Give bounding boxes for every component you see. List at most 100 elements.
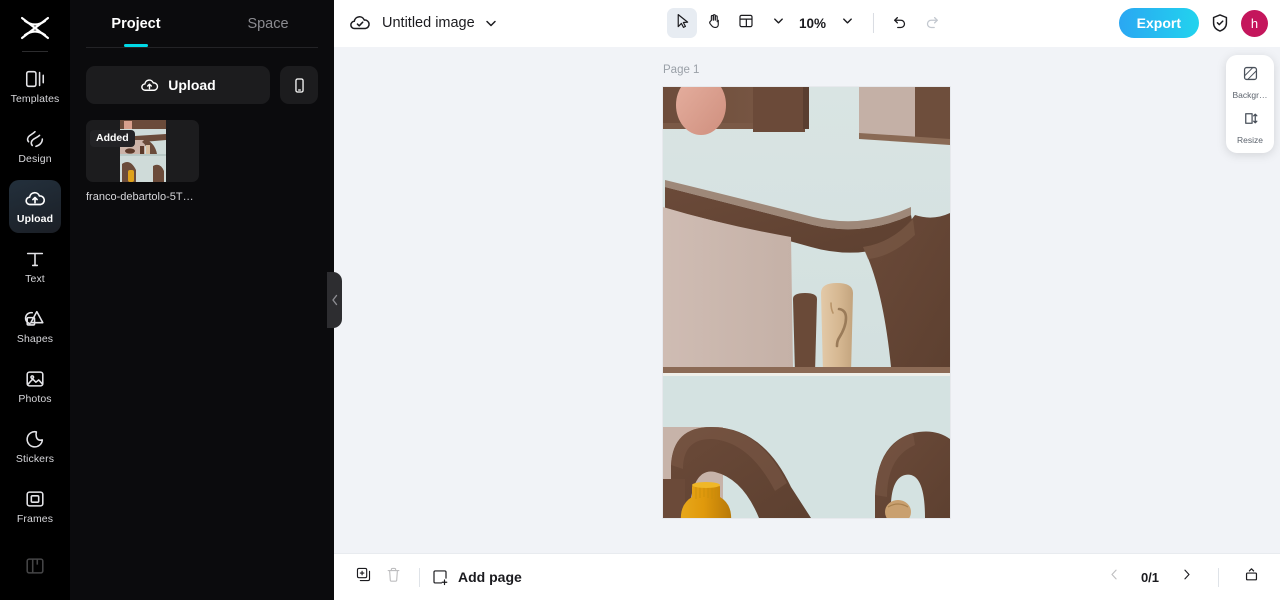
resize-tool-button[interactable]: Resize	[1228, 109, 1272, 145]
sidebar-label-photos: Photos	[18, 393, 52, 406]
hand-icon	[705, 12, 723, 35]
sidebar-item-design[interactable]: Design	[9, 120, 61, 173]
chevron-down-icon	[771, 14, 784, 32]
collapse-panel-handle[interactable]	[327, 272, 342, 328]
layout-grid-icon	[737, 12, 755, 35]
panel-tabs: Project Space	[70, 0, 334, 47]
prev-page-button[interactable]	[1099, 562, 1129, 592]
background-tool-label: Backgr…	[1232, 91, 1268, 100]
redo-arrow-icon	[923, 12, 941, 35]
resize-icon	[1241, 109, 1260, 133]
duplicate-page-icon	[355, 566, 372, 588]
add-page-label: Add page	[458, 569, 522, 585]
layout-dropdown-button[interactable]	[763, 8, 793, 38]
sidebar-label-frames: Frames	[16, 513, 54, 526]
chevron-left-icon	[331, 294, 339, 306]
cursor-arrow-icon	[673, 12, 691, 35]
capcut-logo-icon[interactable]	[13, 8, 57, 47]
upload-from-mobile-button[interactable]	[280, 66, 318, 104]
background-swatch-icon	[1241, 64, 1260, 88]
app-root: Templates Design Upload Text Shapes Phot…	[0, 0, 1280, 600]
upload-button[interactable]: Upload	[86, 66, 270, 104]
toolbar-divider	[873, 13, 875, 33]
sidebar-label-shapes: Shapes	[16, 333, 54, 346]
photos-icon	[24, 368, 46, 390]
artboard-image	[663, 87, 950, 518]
asset-name: franco-debartolo-5T…	[86, 191, 194, 203]
main-area: Untitled image 10% Export h Page 1 Backg…	[334, 0, 1280, 600]
duplicate-page-button[interactable]	[348, 562, 378, 592]
list-item[interactable]: Added franco-debartolo-5T…	[86, 120, 199, 203]
shield-check-icon[interactable]	[1209, 12, 1231, 34]
page-nav-group: 0/1	[1099, 562, 1266, 592]
asset-thumbnail[interactable]: Added	[86, 120, 199, 182]
upload-cloud-icon	[140, 76, 159, 95]
floating-tools-panel: Backgr… Resize	[1226, 55, 1274, 153]
frames-icon	[24, 488, 46, 510]
sidebar-item-stickers[interactable]: Stickers	[9, 420, 61, 473]
toolbar-right-group: Export h	[1118, 8, 1268, 38]
avatar[interactable]: h	[1241, 9, 1268, 37]
panel-expand-button[interactable]	[1236, 562, 1266, 592]
sidebar-item-text[interactable]: Text	[9, 240, 61, 293]
rail-divider	[22, 51, 48, 53]
undo-button[interactable]	[885, 8, 915, 38]
delete-page-button[interactable]	[378, 562, 408, 592]
templates-icon	[24, 68, 46, 90]
upload-button-label: Upload	[168, 77, 216, 93]
panel-expand-icon	[1243, 566, 1260, 588]
asset-list: Added franco-debartolo-5T…	[70, 104, 334, 203]
layout-tool-button[interactable]	[731, 8, 761, 38]
chevron-down-icon	[841, 14, 854, 32]
chevron-left-icon	[1107, 567, 1122, 587]
top-toolbar: Untitled image 10% Export h	[334, 0, 1280, 47]
undo-arrow-icon	[891, 12, 909, 35]
background-tool-button[interactable]: Backgr…	[1228, 64, 1272, 100]
add-page-button[interactable]: Add page	[431, 568, 522, 586]
sidebar-label-text: Text	[25, 273, 45, 286]
hand-tool-button[interactable]	[699, 8, 729, 38]
bottombar-divider-right	[1218, 567, 1219, 587]
export-button[interactable]: Export	[1118, 8, 1199, 38]
add-page-icon	[431, 568, 449, 586]
left-icon-rail: Templates Design Upload Text Shapes Phot…	[0, 0, 70, 600]
zoom-dropdown-button[interactable]	[832, 8, 862, 38]
page-indicator: 0/1	[1140, 569, 1160, 585]
select-tool-button[interactable]	[666, 8, 697, 38]
sidebar-item-more[interactable]	[9, 540, 61, 593]
artboard[interactable]	[663, 87, 950, 518]
tab-project[interactable]: Project	[70, 0, 202, 47]
mobile-phone-icon	[291, 77, 308, 94]
stickers-icon	[24, 428, 46, 450]
bottom-toolbar: Add page 0/1	[334, 553, 1280, 600]
sidebar-label-design: Design	[18, 153, 52, 166]
next-page-button[interactable]	[1171, 562, 1201, 592]
upload-row: Upload	[70, 48, 334, 104]
redo-button[interactable]	[917, 8, 947, 38]
trash-icon	[385, 566, 402, 588]
upload-cloud-icon	[24, 188, 46, 210]
sidebar-item-shapes[interactable]: Shapes	[9, 300, 61, 353]
tab-project-label: Project	[111, 15, 161, 32]
chevron-down-icon[interactable]	[484, 16, 498, 30]
sidebar-label-templates: Templates	[10, 93, 60, 106]
cloud-saved-icon	[348, 11, 372, 35]
project-panel: Project Space Upload Added franco-debart…	[70, 0, 342, 600]
page-label: Page 1	[663, 64, 700, 76]
tab-space[interactable]: Space	[202, 0, 334, 47]
canvas-area[interactable]: Page 1 Backgr… Resize	[334, 47, 1280, 553]
bottombar-divider	[419, 567, 420, 587]
resize-tool-label: Resize	[1237, 135, 1263, 144]
tab-space-label: Space	[247, 15, 289, 32]
more-tools-icon	[24, 555, 46, 577]
sidebar-item-photos[interactable]: Photos	[9, 360, 61, 413]
chevron-right-icon	[1179, 567, 1194, 587]
zoom-level-value[interactable]: 10%	[795, 16, 830, 31]
design-icon	[24, 128, 46, 150]
document-title: Untitled image	[382, 15, 475, 31]
sidebar-item-templates[interactable]: Templates	[9, 60, 61, 113]
sidebar-label-upload: Upload	[16, 213, 54, 226]
sidebar-item-upload[interactable]: Upload	[9, 180, 61, 234]
text-icon	[24, 248, 46, 270]
sidebar-item-frames[interactable]: Frames	[9, 480, 61, 533]
